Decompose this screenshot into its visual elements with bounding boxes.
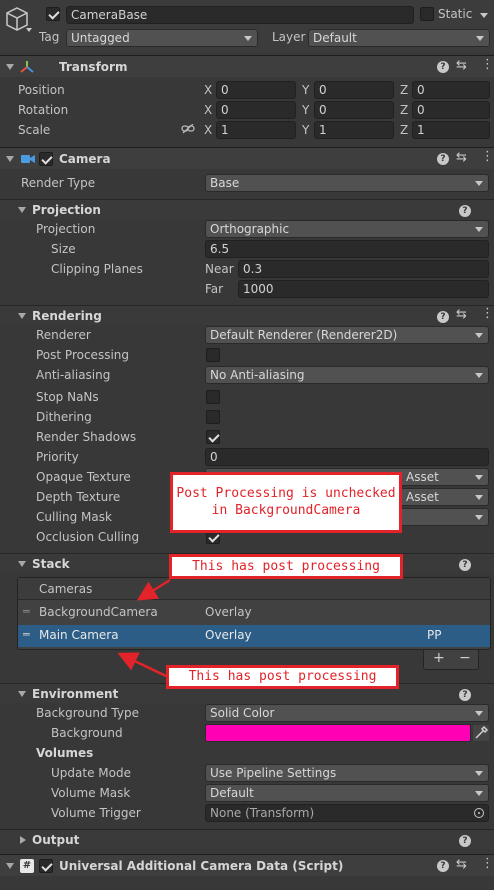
annotation-arrow <box>117 652 167 678</box>
annotation-arrow <box>136 578 171 601</box>
annotation-arrows <box>117 578 171 678</box>
